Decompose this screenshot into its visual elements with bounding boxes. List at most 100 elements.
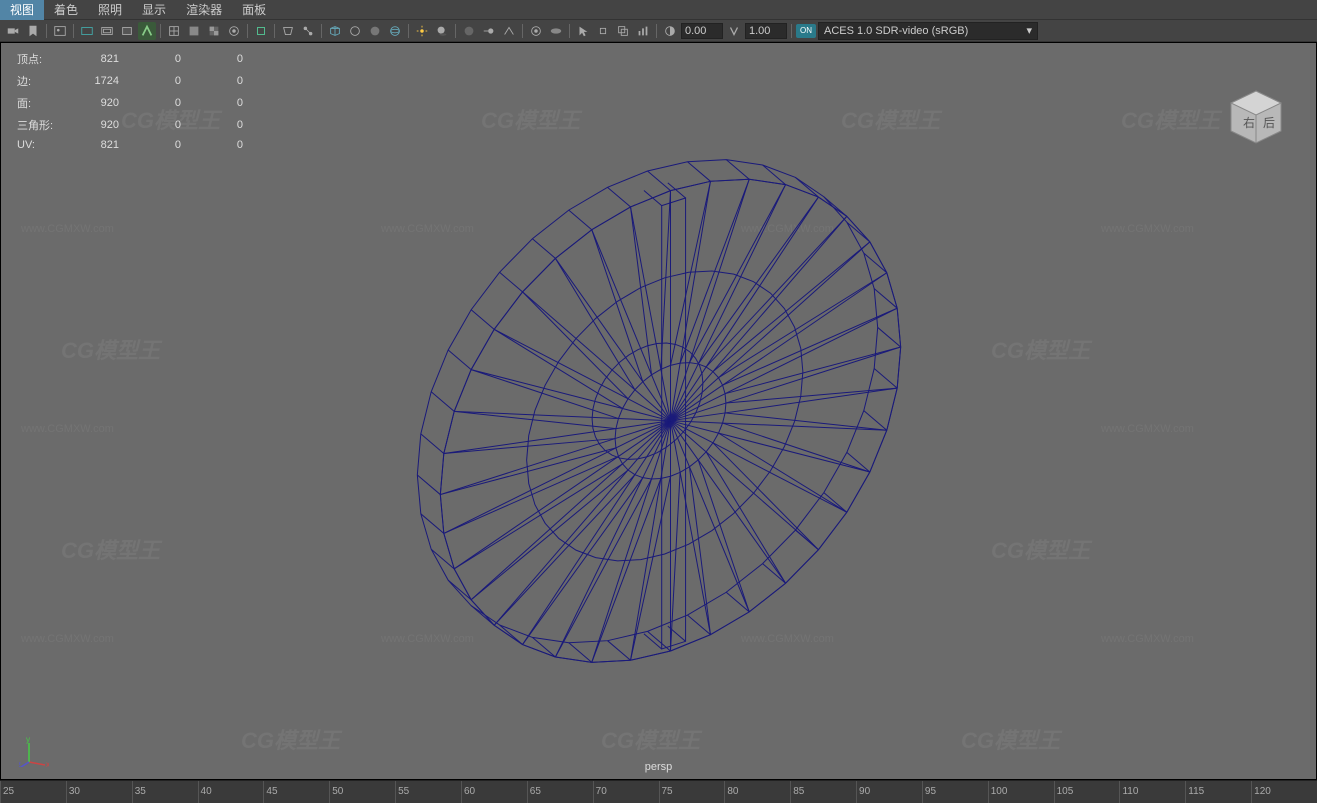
smooth-shade-icon[interactable]: [185, 22, 203, 40]
svg-text:z: z: [19, 760, 21, 767]
isolate-icon[interactable]: [252, 22, 270, 40]
bookmark-icon[interactable]: [24, 22, 42, 40]
exposure-input[interactable]: [681, 23, 723, 39]
watermark: CG模型王: [961, 723, 1060, 755]
3d-box-icon[interactable]: [326, 22, 344, 40]
timeline[interactable]: 2530354045505560657075808590951001051101…: [0, 780, 1317, 803]
stat-row-tris: 三角形:92000: [17, 115, 251, 135]
axis-gizmo[interactable]: x y z: [19, 737, 49, 767]
color-space-dropdown[interactable]: ACES 1.0 SDR-video (sRGB) ▾: [818, 22, 1038, 40]
timeline-tick: 50: [329, 781, 343, 803]
light-icon[interactable]: [413, 22, 431, 40]
timeline-tick: 45: [263, 781, 277, 803]
gamma-icon[interactable]: [725, 22, 743, 40]
textured-icon[interactable]: [205, 22, 223, 40]
timeline-tick: 65: [527, 781, 541, 803]
timeline-tick: 25: [0, 781, 14, 803]
shade-select-icon[interactable]: [138, 22, 156, 40]
separator: [247, 24, 248, 38]
copy-icon[interactable]: [614, 22, 632, 40]
hw-texture-icon[interactable]: [366, 22, 384, 40]
watermark: CG模型王: [61, 533, 160, 565]
timeline-tick: 115: [1185, 781, 1204, 803]
menu-view[interactable]: 视图: [0, 0, 44, 20]
separator: [656, 24, 657, 38]
resolution-gate-icon[interactable]: [98, 22, 116, 40]
camera-select-icon[interactable]: [4, 22, 22, 40]
menu-lighting[interactable]: 照明: [88, 0, 132, 20]
gamma-input[interactable]: [745, 23, 787, 39]
menu-renderer[interactable]: 渲染器: [176, 0, 232, 20]
timeline-tick: 40: [198, 781, 212, 803]
gate-mask-icon[interactable]: [118, 22, 136, 40]
xray-joints-icon[interactable]: [299, 22, 317, 40]
use-all-lights-icon[interactable]: [225, 22, 243, 40]
watermark: CG模型王: [991, 533, 1090, 565]
globe-icon[interactable]: [386, 22, 404, 40]
color-mgmt-on-badge[interactable]: ON: [796, 24, 816, 38]
svg-text:y: y: [26, 737, 30, 744]
menu-shading[interactable]: 着色: [44, 0, 88, 20]
menu-show[interactable]: 显示: [132, 0, 176, 20]
timeline-tick: 35: [132, 781, 146, 803]
watermark-url: www.CGMXW.com: [21, 223, 114, 235]
separator: [569, 24, 570, 38]
sphere-icon[interactable]: [346, 22, 364, 40]
menu-panels[interactable]: 面板: [232, 0, 276, 20]
timeline-tick: 90: [856, 781, 870, 803]
watermark-url: www.CGMXW.com: [1101, 423, 1194, 435]
fog-icon[interactable]: [547, 22, 565, 40]
timeline-tick: 30: [66, 781, 80, 803]
timeline-tick: 55: [395, 781, 409, 803]
view-cube[interactable]: 右 后: [1221, 83, 1291, 153]
timeline-tick: 110: [1119, 781, 1138, 803]
stat-row-faces: 面:92000: [17, 93, 251, 113]
svg-text:后: 后: [1263, 116, 1275, 130]
xray-icon[interactable]: [279, 22, 297, 40]
poly-count-hud: 顶点:82100 边:172400 面:92000 三角形:92000 UV:8…: [15, 47, 253, 155]
timeline-tick: 105: [1054, 781, 1074, 803]
stat-row-verts: 顶点:82100: [17, 49, 251, 69]
pointer-icon[interactable]: [574, 22, 592, 40]
image-plane-icon[interactable]: [51, 22, 69, 40]
chevron-down-icon: ▾: [1026, 24, 1032, 37]
motion-blur-icon[interactable]: [480, 22, 498, 40]
svg-text:右: 右: [1243, 115, 1255, 130]
separator: [160, 24, 161, 38]
separator: [46, 24, 47, 38]
aa-icon[interactable]: [500, 22, 518, 40]
shadows-icon[interactable]: [433, 22, 451, 40]
timeline-tick: 80: [724, 781, 738, 803]
separator: [791, 24, 792, 38]
color-space-label: ACES 1.0 SDR-video (sRGB): [824, 25, 968, 37]
wireframe-icon[interactable]: [165, 22, 183, 40]
timeline-tick: 85: [790, 781, 804, 803]
timeline-tick: 120: [1251, 781, 1271, 803]
timeline-tick: 100: [988, 781, 1008, 803]
dof-icon[interactable]: [527, 22, 545, 40]
chart-icon[interactable]: [634, 22, 652, 40]
watermark: CG模型王: [61, 333, 160, 365]
watermark: CG模型王: [241, 723, 340, 755]
wireframe-model: [349, 91, 969, 731]
viewport-menubar: 视图 着色 照明 显示 渲染器 面板: [0, 0, 1317, 20]
viewport-toolbar: ON ACES 1.0 SDR-video (sRGB) ▾: [0, 20, 1317, 42]
separator: [274, 24, 275, 38]
separator: [455, 24, 456, 38]
svg-text:x: x: [46, 760, 49, 767]
stat-row-edges: 边:172400: [17, 71, 251, 91]
separator: [73, 24, 74, 38]
stat-row-uvs: UV:82100: [17, 137, 251, 153]
film-gate-icon[interactable]: [78, 22, 96, 40]
ao-icon[interactable]: [460, 22, 478, 40]
viewport-panel[interactable]: CG模型王 CG模型王 CG模型王 CG模型王 www.CGMXW.com ww…: [0, 42, 1317, 780]
watermark-url: www.CGMXW.com: [21, 633, 114, 645]
separator: [408, 24, 409, 38]
timeline-tick: 70: [593, 781, 607, 803]
watermark-url: www.CGMXW.com: [1101, 633, 1194, 645]
exposure-icon[interactable]: [661, 22, 679, 40]
snap-icon[interactable]: [594, 22, 612, 40]
watermark: CG模型王: [1121, 103, 1220, 135]
timeline-ruler[interactable]: 2530354045505560657075808590951001051101…: [0, 781, 1317, 803]
watermark: CG模型王: [991, 333, 1090, 365]
